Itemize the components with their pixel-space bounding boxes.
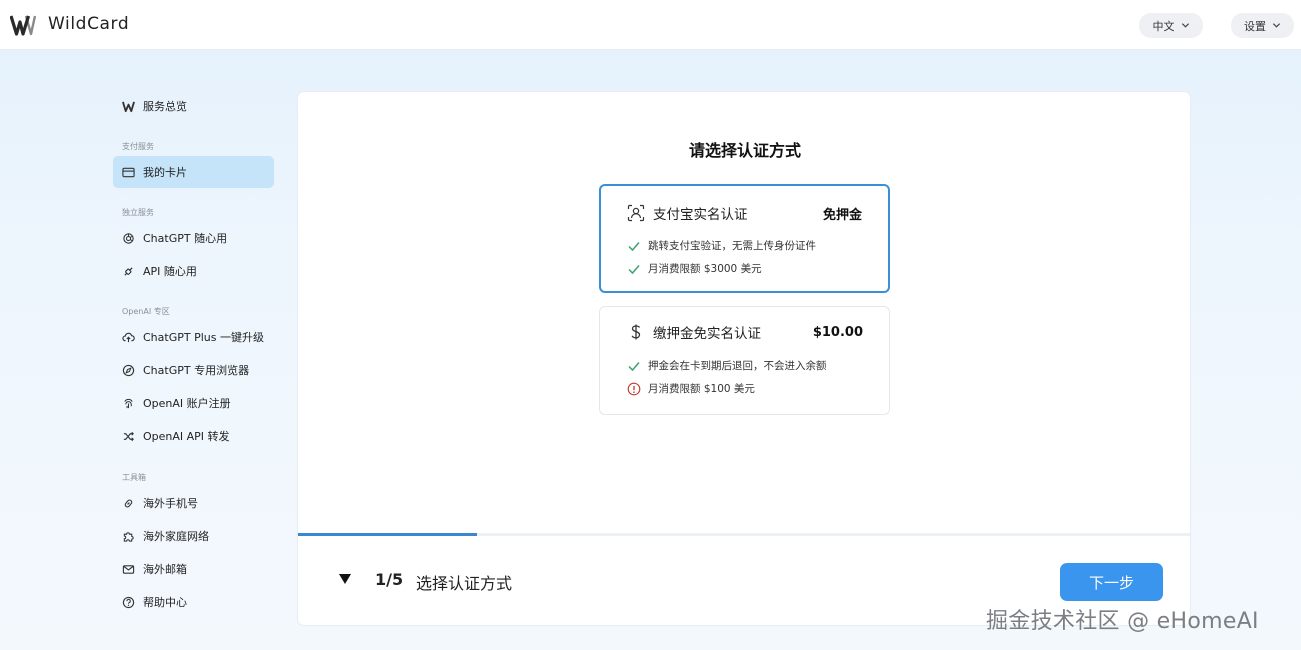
option-deposit-verification[interactable]: 缴押金免实名认证 $10.00 押金会在卡到期后退回，不会进入余额 月消费限额 … bbox=[599, 306, 890, 415]
section-heading-payment: 支付服务 bbox=[122, 142, 154, 151]
openai-icon bbox=[123, 232, 134, 244]
option-title: 缴押金免实名认证 bbox=[653, 326, 761, 342]
option-header: 缴押金免实名认证 $10.00 bbox=[627, 322, 863, 342]
caret-down-icon[interactable] bbox=[338, 573, 352, 585]
check-icon bbox=[628, 264, 640, 274]
section-heading-tools: 工具箱 bbox=[122, 473, 146, 482]
shuffle-icon bbox=[123, 431, 134, 441]
language-label: 中文 bbox=[1152, 19, 1175, 33]
sidebar-item-label: ChatGPT 专用浏览器 bbox=[143, 364, 250, 377]
sidebar-item-help-center[interactable]: 帮助中心 bbox=[113, 586, 274, 618]
feature-text: 跳转支付宝验证，无需上传身份证件 bbox=[648, 240, 816, 252]
page-title: 请选择认证方式 bbox=[688, 141, 801, 160]
chevron-down-icon bbox=[1272, 23, 1281, 28]
sidebar-item-overseas-email[interactable]: 海外邮箱 bbox=[113, 553, 274, 585]
watermark: 掘金技术社区 @ eHomeAI bbox=[986, 609, 1259, 634]
feature-text: 押金会在卡到期后退回，不会进入余额 bbox=[648, 360, 827, 372]
progress-fill bbox=[298, 533, 477, 536]
feature-text: 月消费限额 $100 美元 bbox=[648, 383, 755, 395]
sidebar-item-chatgpt-anytime[interactable]: ChatGPT 随心用 bbox=[113, 222, 274, 254]
sidebar-item-label: ChatGPT Plus 一键升级 bbox=[143, 331, 264, 344]
dollar-icon bbox=[631, 324, 641, 340]
help-icon bbox=[122, 596, 135, 608]
fingerprint-icon bbox=[124, 398, 133, 408]
brand-name: WildCard bbox=[48, 14, 130, 34]
wildcard-logo-icon bbox=[122, 101, 135, 112]
sidebar-item-label: 帮助中心 bbox=[143, 596, 187, 609]
language-selector[interactable]: 中文 bbox=[1139, 13, 1203, 38]
wildcard-logo[interactable] bbox=[10, 13, 36, 37]
sidebar-item-label: API 随心用 bbox=[143, 265, 197, 278]
option-price: $10.00 bbox=[812, 324, 863, 340]
feature-text: 月消费限额 $3000 美元 bbox=[648, 263, 762, 275]
step-label: 选择认证方式 bbox=[416, 574, 513, 593]
link-icon bbox=[124, 499, 133, 507]
next-button[interactable]: 下一步 bbox=[1060, 563, 1163, 601]
option-feature: 跳转支付宝验证，无需上传身份证件 bbox=[627, 238, 816, 253]
puzzle-icon bbox=[123, 531, 134, 542]
sidebar-item-label: 海外家庭网络 bbox=[143, 530, 209, 543]
cloud-upload-icon bbox=[122, 332, 135, 342]
check-icon bbox=[628, 241, 640, 251]
plug-icon bbox=[124, 266, 133, 276]
sidebar-item-api-anytime[interactable]: API 随心用 bbox=[113, 255, 274, 287]
section-heading-independent: 独立服务 bbox=[122, 208, 154, 217]
sidebar-item-chatgpt-browser[interactable]: ChatGPT 专用浏览器 bbox=[113, 354, 274, 386]
sidebar-item-label: ChatGPT 随心用 bbox=[143, 232, 228, 245]
sidebar-item-label: 我的卡片 bbox=[143, 166, 187, 179]
card-icon bbox=[122, 167, 135, 177]
top-bar: WildCard 中文 设置 bbox=[0, 0, 1301, 50]
sidebar-item-openai-api-forward[interactable]: OpenAI API 转发 bbox=[113, 420, 274, 452]
mail-icon bbox=[122, 564, 135, 574]
sidebar-item-label: OpenAI API 转发 bbox=[143, 430, 230, 443]
option-feature: 押金会在卡到期后退回，不会进入余额 bbox=[627, 358, 827, 373]
option-alipay-verification[interactable]: 支付宝实名认证 免押金 跳转支付宝验证，无需上传身份证件 月消费限额 $3000… bbox=[599, 184, 890, 293]
progress-bar bbox=[298, 533, 1190, 536]
sidebar-item-label: 海外邮箱 bbox=[143, 563, 187, 576]
option-title: 支付宝实名认证 bbox=[653, 207, 748, 223]
sidebar-item-label: 海外手机号 bbox=[143, 497, 198, 510]
sidebar-item-overview[interactable]: 服务总览 bbox=[113, 90, 274, 122]
sidebar-item-openai-register[interactable]: OpenAI 账户注册 bbox=[113, 387, 274, 419]
compass-icon bbox=[122, 364, 135, 376]
sidebar-item-overseas-phone[interactable]: 海外手机号 bbox=[113, 487, 274, 519]
settings-label: 设置 bbox=[1244, 19, 1266, 33]
verification-panel: 请选择认证方式 支付宝实名认证 免押金 跳转支付宝验证，无需上传身份证件 月消费… bbox=[297, 91, 1191, 626]
sidebar-item-chatgpt-plus-upgrade[interactable]: ChatGPT Plus 一键升级 bbox=[113, 321, 274, 353]
option-price: 免押金 bbox=[822, 207, 862, 223]
sidebar-item-label: OpenAI 账户注册 bbox=[143, 397, 231, 410]
chevron-down-icon bbox=[1181, 23, 1189, 28]
info-icon bbox=[627, 382, 641, 395]
person-scan-icon bbox=[627, 204, 645, 222]
check-icon bbox=[628, 361, 640, 371]
sidebar-item-label: 服务总览 bbox=[143, 100, 187, 113]
settings-menu[interactable]: 设置 bbox=[1231, 13, 1294, 38]
section-heading-openai: OpenAI 专区 bbox=[122, 307, 170, 316]
step-count: 1/5 bbox=[375, 570, 404, 589]
sidebar-item-overseas-home-network[interactable]: 海外家庭网络 bbox=[113, 520, 274, 552]
option-header: 支付宝实名认证 免押金 bbox=[627, 203, 862, 223]
sidebar-item-my-cards[interactable]: 我的卡片 bbox=[113, 156, 274, 188]
option-feature: 月消费限额 $3000 美元 bbox=[627, 261, 762, 276]
option-feature: 月消费限额 $100 美元 bbox=[627, 381, 755, 396]
